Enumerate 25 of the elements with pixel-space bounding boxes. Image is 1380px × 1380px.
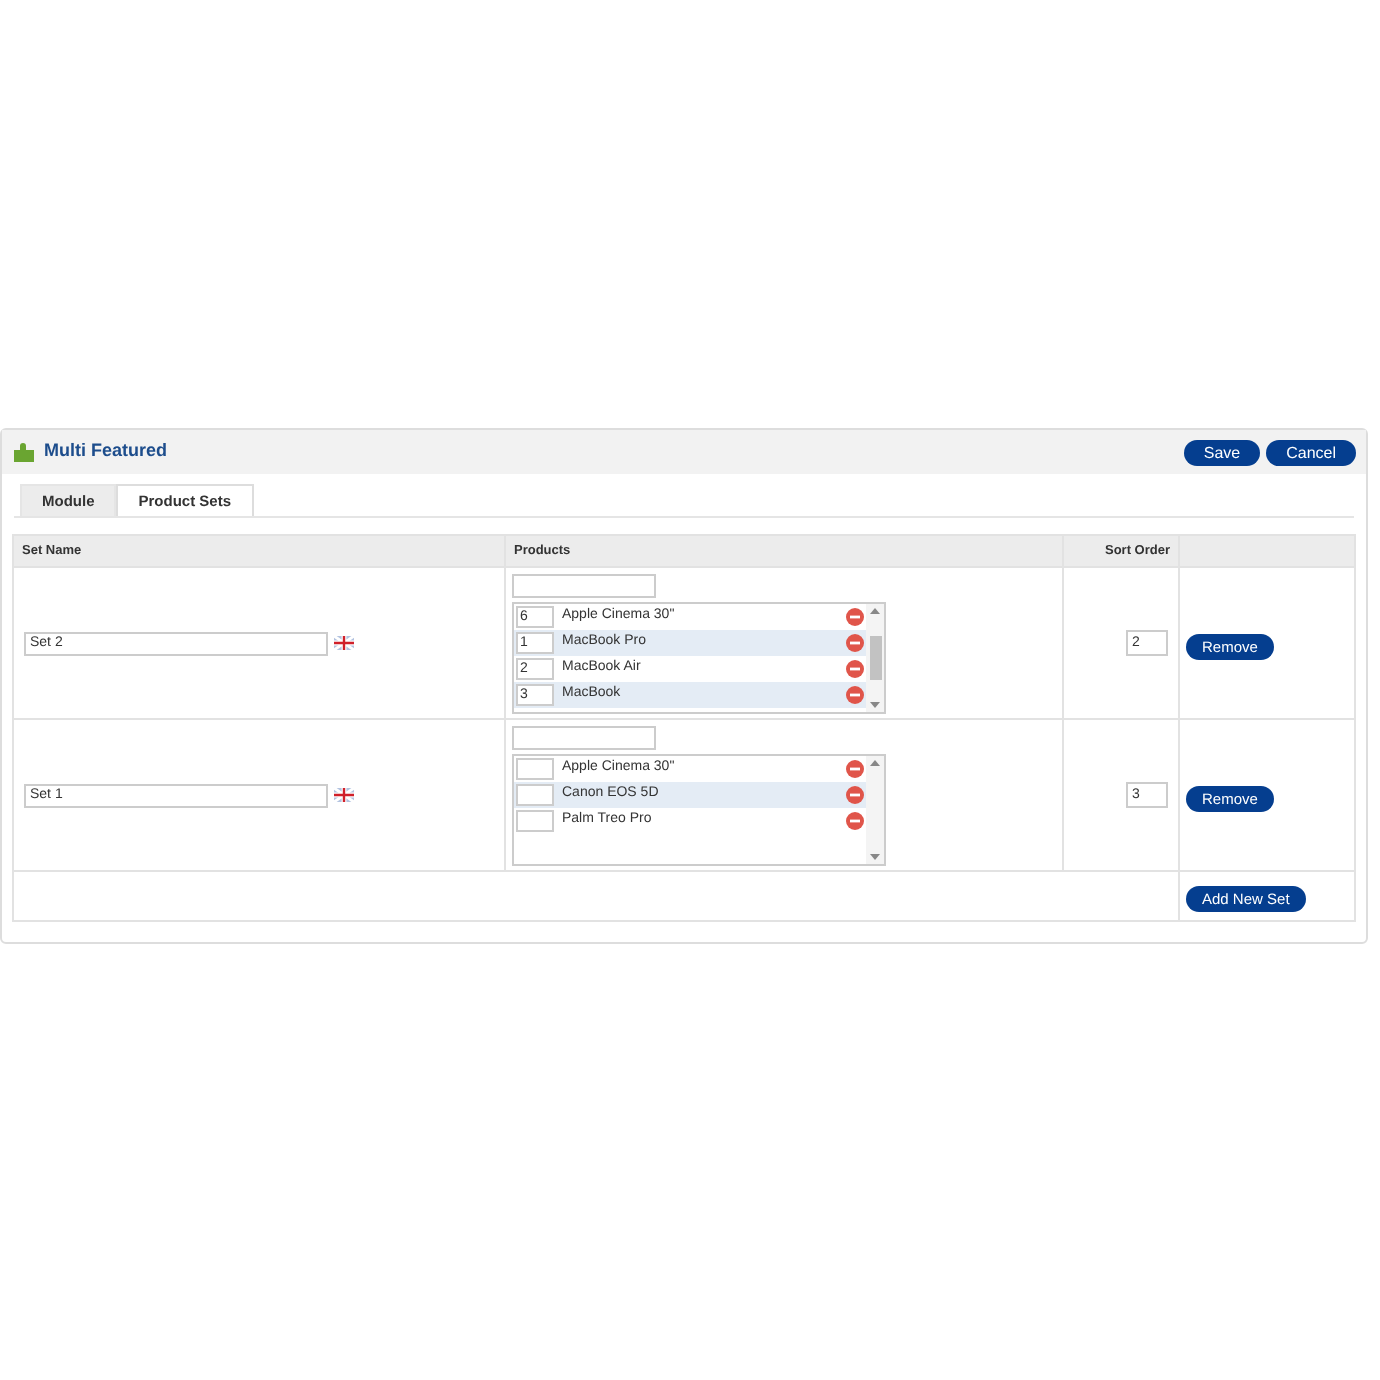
flag-icon bbox=[334, 636, 354, 650]
product-order-field[interactable] bbox=[516, 757, 554, 779]
remove-icon[interactable] bbox=[846, 659, 864, 677]
remove-icon[interactable] bbox=[846, 607, 864, 625]
save-button[interactable]: Save bbox=[1183, 439, 1261, 465]
scroll-up-icon[interactable] bbox=[870, 759, 880, 765]
scroll-thumb[interactable] bbox=[869, 635, 881, 679]
module-title: Multi Featured bbox=[44, 438, 168, 465]
product-search-field[interactable] bbox=[512, 725, 656, 749]
scroll-down-icon[interactable] bbox=[870, 701, 880, 707]
flag-icon bbox=[334, 788, 354, 802]
remove-icon[interactable] bbox=[846, 685, 864, 703]
remove-icon[interactable] bbox=[846, 811, 864, 829]
remove-icon[interactable] bbox=[846, 785, 864, 803]
puzzle-icon bbox=[12, 440, 36, 464]
scrollbar[interactable] bbox=[866, 603, 884, 711]
remove-icon[interactable] bbox=[846, 759, 864, 777]
product-search-field[interactable] bbox=[512, 573, 656, 597]
scroll-up-icon[interactable] bbox=[870, 607, 880, 613]
cancel-button[interactable]: Cancel bbox=[1266, 439, 1356, 465]
scrollbar[interactable] bbox=[866, 755, 884, 863]
scroll-down-icon[interactable] bbox=[870, 853, 880, 859]
product-order-field[interactable] bbox=[516, 809, 554, 831]
product-order-field[interactable] bbox=[516, 783, 554, 805]
remove-icon[interactable] bbox=[846, 633, 864, 651]
